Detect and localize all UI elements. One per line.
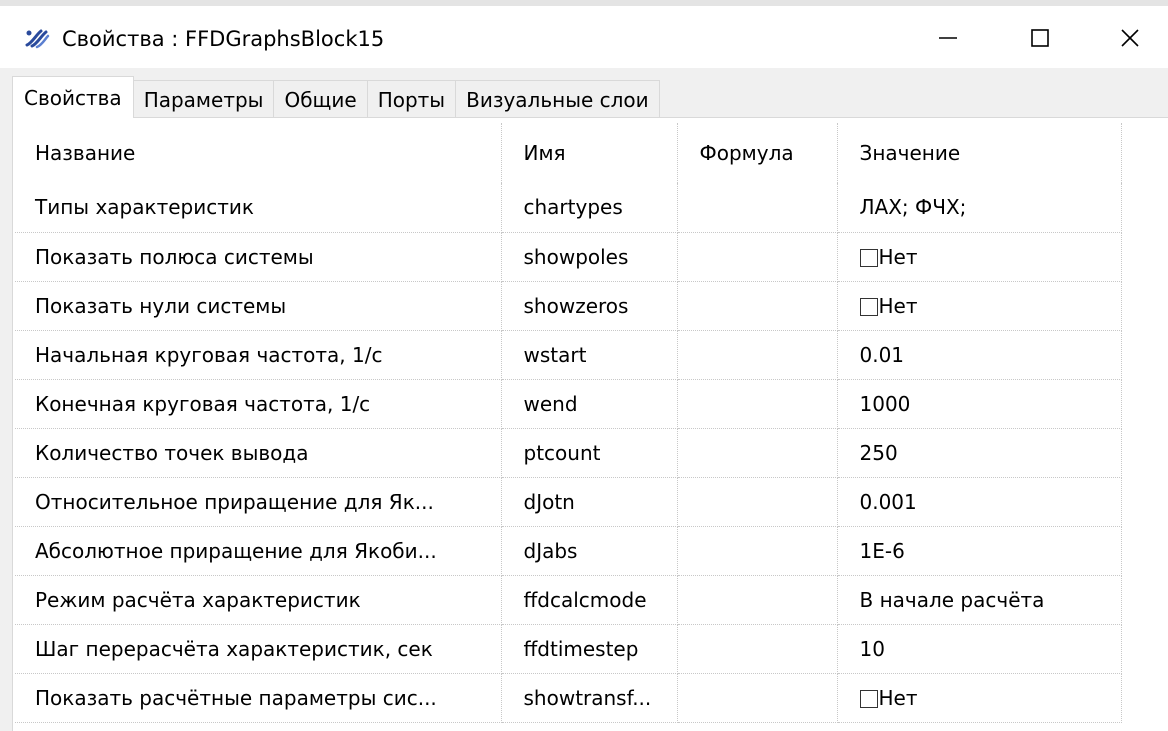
title-block-name: FFDGraphsBlock15 <box>185 27 385 51</box>
table-row[interactable]: Типы характеристик chartypes ЛАХ; ФЧХ; <box>15 183 1122 233</box>
cell-formula[interactable] <box>677 232 838 282</box>
cell-name[interactable]: Шаг перерасчёта характеристик, сек <box>15 624 502 674</box>
cell-formula[interactable] <box>677 477 838 527</box>
properties-window: Свойства : FFDGraphsBlock15 Свойства Пар… <box>0 0 1168 731</box>
table-row[interactable]: Начальная круговая частота, 1/с wstart 0.0… <box>15 330 1122 380</box>
cell-value-text: 0.001 <box>859 489 917 514</box>
cell-formula[interactable] <box>677 624 838 674</box>
cell-value-text: Нет <box>878 244 918 269</box>
table-row[interactable]: Количество точек вывода ptcount 250 <box>15 428 1122 478</box>
cell-value[interactable]: 250 <box>837 428 1122 478</box>
cell-name[interactable]: Конечная круговая частота, 1/с <box>15 379 502 429</box>
tab-visual-layers[interactable]: Визуальные слои <box>455 80 660 118</box>
minimize-button[interactable] <box>920 14 976 62</box>
column-header-formula[interactable]: Формула <box>677 123 838 183</box>
cell-name[interactable]: Типы характеристик <box>15 183 502 233</box>
table-row[interactable]: Шаг перерасчёта характеристик, сек ffdtim… <box>15 624 1122 674</box>
cell-formula[interactable] <box>677 673 838 723</box>
table-row[interactable]: Показать полюса системы showpoles Нет <box>15 232 1122 282</box>
cell-value-text: Нет <box>878 685 918 710</box>
properties-table: Название Имя Формула Значение Типы харак… <box>15 123 1122 723</box>
cell-value[interactable]: Нет <box>837 281 1122 331</box>
title-prefix: Свойства : <box>62 27 179 51</box>
cell-formula[interactable] <box>677 379 838 429</box>
tab-ports[interactable]: Порты <box>366 80 457 118</box>
cell-id[interactable]: ffdtimestep <box>501 624 678 674</box>
cell-name[interactable]: Начальная круговая частота, 1/с <box>15 330 502 380</box>
cell-id[interactable]: wend <box>501 379 678 429</box>
properties-panel: Название Имя Формула Значение Типы харак… <box>12 117 1168 731</box>
cell-id[interactable]: showpoles <box>501 232 678 282</box>
cell-name[interactable]: Режим расчёта характеристик <box>15 575 502 625</box>
cell-name[interactable]: Показать полюса системы <box>15 232 502 282</box>
checkbox[interactable] <box>859 297 878 316</box>
table-row[interactable]: Показать расчётные параметры сис... showt… <box>15 673 1122 723</box>
cell-value[interactable]: Нет <box>837 232 1122 282</box>
table-row[interactable]: Относительное приращение для Як... dJotn 0… <box>15 477 1122 527</box>
app-logo-icon <box>25 29 50 49</box>
checkbox[interactable] <box>859 689 878 708</box>
tab-general[interactable]: Общие <box>273 80 368 118</box>
cell-value-text: Нет <box>878 293 918 318</box>
cell-formula[interactable] <box>677 428 838 478</box>
cell-value-text: 0.01 <box>859 342 905 367</box>
cell-formula[interactable] <box>677 183 838 233</box>
cell-value[interactable]: 0.01 <box>837 330 1122 380</box>
properties-grid: Название Имя Формула Значение Типы харак… <box>15 123 1167 731</box>
cell-formula[interactable] <box>677 281 838 331</box>
table-body: Типы характеристик chartypes ЛАХ; ФЧХ; Пока… <box>15 183 1122 723</box>
checkbox[interactable] <box>859 248 878 267</box>
close-icon <box>1121 29 1139 47</box>
cell-value[interactable]: 0.001 <box>837 477 1122 527</box>
cell-id[interactable]: ptcount <box>501 428 678 478</box>
cell-value[interactable]: ЛАХ; ФЧХ; <box>837 183 1122 233</box>
table-row[interactable]: Абсолютное приращение для Якоби... dJabs 1… <box>15 526 1122 576</box>
cell-name[interactable]: Количество точек вывода <box>15 428 502 478</box>
column-header-value[interactable]: Значение <box>837 123 1122 183</box>
table-header-row: Название Имя Формула Значение <box>15 123 1122 183</box>
window-title: Свойства : FFDGraphsBlock15 <box>62 26 384 52</box>
cell-id[interactable]: dJabs <box>501 526 678 576</box>
cell-value-text: 1E-6 <box>859 538 905 563</box>
cell-id[interactable]: ffdcalcmode <box>501 575 678 625</box>
tab-bar: Свойства Параметры Общие Порты Визуальны… <box>12 76 660 118</box>
cell-value[interactable]: В начале расчёта <box>837 575 1122 625</box>
cell-value[interactable]: Нет <box>837 673 1122 723</box>
cell-id[interactable]: showtransf... <box>501 673 678 723</box>
cell-value-text: ЛАХ; ФЧХ; <box>859 195 967 220</box>
cell-value-text: 1000 <box>859 391 911 416</box>
vertical-scroll-area[interactable] <box>1122 118 1168 731</box>
cell-value-text: 250 <box>859 440 898 465</box>
cell-id[interactable]: chartypes <box>501 183 678 233</box>
cell-value[interactable]: 10 <box>837 624 1122 674</box>
cell-name[interactable]: Абсолютное приращение для Якоби... <box>15 526 502 576</box>
cell-name[interactable]: Показать расчётные параметры сис... <box>15 673 502 723</box>
minimize-icon <box>939 37 957 39</box>
title-bar[interactable]: Свойства : FFDGraphsBlock15 <box>0 6 1168 68</box>
table-row[interactable]: Показать нули системы showzeros Нет <box>15 281 1122 331</box>
cell-formula[interactable] <box>677 330 838 380</box>
cell-formula[interactable] <box>677 526 838 576</box>
cell-name[interactable]: Относительное приращение для Як... <box>15 477 502 527</box>
table-row[interactable]: Режим расчёта характеристик ffdcalcmode В … <box>15 575 1122 625</box>
tab-parameters[interactable]: Параметры <box>132 80 275 118</box>
cell-id[interactable]: showzeros <box>501 281 678 331</box>
cell-value[interactable]: 1000 <box>837 379 1122 429</box>
cell-value-text: В начале расчёта <box>859 587 1045 612</box>
maximize-button[interactable] <box>1012 14 1068 62</box>
cell-value-text: 10 <box>859 636 885 661</box>
close-button[interactable] <box>1102 14 1158 62</box>
cell-id[interactable]: dJotn <box>501 477 678 527</box>
maximize-icon <box>1031 29 1049 47</box>
tab-properties[interactable]: Свойства <box>12 76 134 118</box>
column-header-id[interactable]: Имя <box>501 123 678 183</box>
table-row[interactable]: Конечная круговая частота, 1/с wend 1000 <box>15 379 1122 429</box>
cell-id[interactable]: wstart <box>501 330 678 380</box>
cell-formula[interactable] <box>677 575 838 625</box>
cell-value[interactable]: 1E-6 <box>837 526 1122 576</box>
column-header-name[interactable]: Название <box>15 123 502 183</box>
cell-name[interactable]: Показать нули системы <box>15 281 502 331</box>
